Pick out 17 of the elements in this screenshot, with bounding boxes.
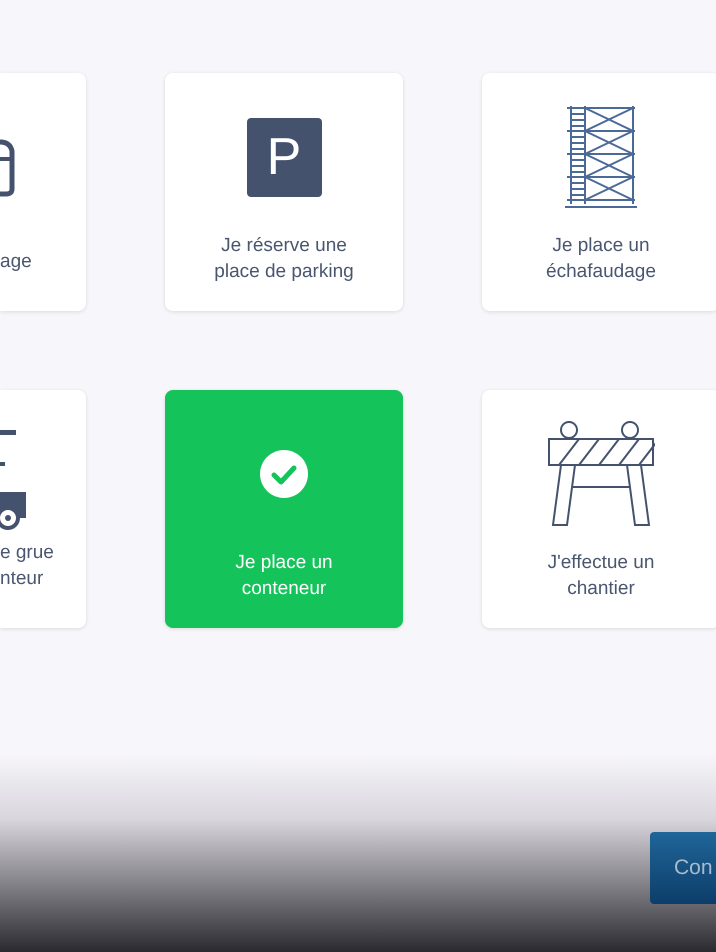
card-label: e grue nteur [0, 541, 55, 591]
truck-icon [0, 430, 28, 530]
option-card[interactable]: Je place un échafaudage [482, 73, 716, 311]
option-card[interactable]: e grue nteur [0, 390, 86, 628]
card-label: Je place un conteneur [235, 551, 333, 601]
option-card[interactable]: P Je réserve une place de parking [165, 73, 403, 311]
barrier-icon [547, 421, 655, 527]
continue-button[interactable]: Con [650, 832, 716, 904]
card-label: J'effectue un chantier [548, 551, 654, 601]
card-label: Je place un échafaudage [546, 234, 656, 284]
option-card[interactable]: J'effectue un chantier [482, 390, 716, 628]
option-card[interactable]: age [0, 73, 86, 311]
card-label: age [0, 250, 33, 274]
checkmark-icon [260, 450, 308, 498]
scaffold-icon [565, 104, 637, 210]
card-label: Je réserve une place de parking [214, 234, 354, 284]
parking-sign-icon: P [246, 118, 322, 196]
